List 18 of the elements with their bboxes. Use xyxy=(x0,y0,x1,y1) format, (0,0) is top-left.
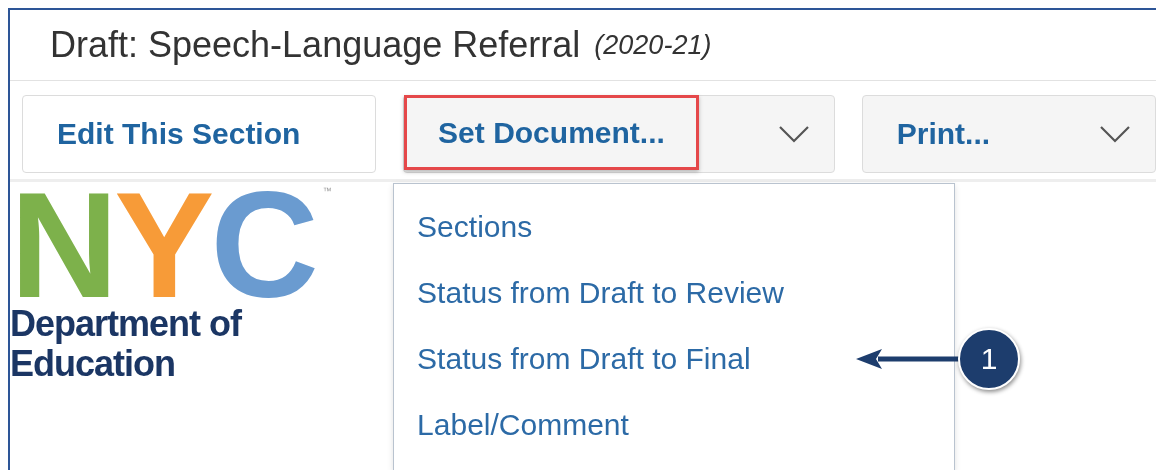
logo-letter: Y xyxy=(114,186,211,304)
trademark-mark: ™ xyxy=(322,186,332,196)
step-number-badge: 1 xyxy=(958,328,1021,390)
dropdown-button[interactable]: Set Document... xyxy=(404,95,699,170)
logo-caption: Education xyxy=(10,344,175,384)
dropdown-button[interactable]: Print... xyxy=(862,96,1025,172)
menu-item[interactable]: Label/Comment xyxy=(394,408,629,442)
logo-letter: C xyxy=(210,186,315,304)
menu-item[interactable]: Sections xyxy=(394,210,533,244)
arrow-icon xyxy=(856,348,961,370)
menu-item[interactable]: Status from Draft to Review xyxy=(394,276,784,310)
caret-icon xyxy=(1100,125,1130,143)
caret-icon xyxy=(778,125,809,143)
document-title: Draft: Speech-Language Referral xyxy=(50,24,581,66)
logo-caption: Department of xyxy=(10,304,242,344)
menu-item[interactable]: Status from Draft to Final xyxy=(394,342,751,376)
logo-letter: N xyxy=(10,186,115,304)
school-year: (2020-21) xyxy=(594,29,712,61)
